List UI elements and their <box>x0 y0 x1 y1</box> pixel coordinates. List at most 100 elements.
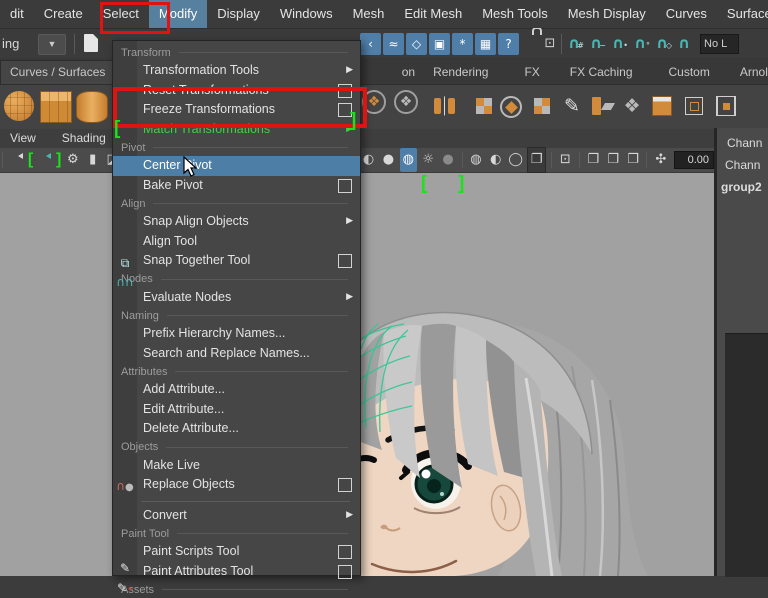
menu-mesh-display[interactable]: Mesh Display <box>558 0 656 28</box>
marquee-select-icon[interactable]: ⊡ <box>541 33 559 55</box>
snap-to-point-icon[interactable]: ∩• <box>608 33 628 55</box>
menu-item-delete-attribute[interactable]: Delete Attribute... <box>113 419 360 439</box>
bevel-icon[interactable] <box>648 90 676 122</box>
menu-edit-mesh[interactable]: Edit Mesh <box>394 0 472 28</box>
combine-icon[interactable]: ❖ <box>362 90 386 114</box>
reduce-icon[interactable] <box>528 90 556 122</box>
lock-camera-icon[interactable] <box>36 148 53 172</box>
menu-item-bake-pivot[interactable]: Bake Pivot <box>113 176 360 196</box>
align-tool-icon: ⧉ <box>115 256 135 271</box>
camera-icon[interactable] <box>8 148 25 172</box>
menu-windows[interactable]: Windows <box>270 0 343 28</box>
tab-fx-caching[interactable]: FX Caching <box>561 61 642 84</box>
workspace-dropdown-arrow-icon[interactable]: ▼ <box>38 34 66 55</box>
tab-animation-partial[interactable]: on <box>393 61 424 84</box>
separator <box>2 152 3 168</box>
menu-edit[interactable]: dit <box>0 0 34 28</box>
smooth-icon[interactable] <box>500 96 522 118</box>
menu-item-paint-scripts-tool[interactable]: Paint Scripts Tool <box>113 542 360 562</box>
character-head-3d-model[interactable] <box>300 128 714 576</box>
option-box[interactable] <box>338 545 352 559</box>
snap-to-projected-center-icon[interactable]: ∩° <box>630 33 650 55</box>
menu-item-match-transformations[interactable]: Match Transformations▶ <box>113 120 360 140</box>
tab-arnold[interactable]: Arnold <box>731 61 768 84</box>
select-component-icon[interactable]: ◇ <box>406 33 427 55</box>
submenu-arrow-icon: ▶ <box>346 120 353 140</box>
annotation-green-bracket: ] <box>56 151 61 169</box>
workspace-selector-partial[interactable]: ing <box>2 36 19 51</box>
menu-item-convert[interactable]: Convert▶ <box>113 506 360 526</box>
extrude-icon[interactable] <box>588 90 616 122</box>
snap-together-icon: ∩∩ <box>115 275 135 289</box>
make-live-magnet-icon[interactable]: ∩◇ <box>652 33 672 55</box>
option-box[interactable] <box>338 565 352 579</box>
paint-select-icon[interactable]: ≈ <box>383 33 404 55</box>
paint-scripts-icon: ✎ <box>115 561 135 575</box>
menu-item-align-tool[interactable]: Align Tool <box>113 232 360 252</box>
poly-cube-icon[interactable] <box>40 91 72 123</box>
channel-box-object-name[interactable]: group2 <box>721 180 762 194</box>
select-object-icon[interactable]: ▣ <box>429 33 450 55</box>
channel-list-area[interactable] <box>725 333 768 577</box>
multi-cut-icon[interactable]: ✎ <box>558 90 586 122</box>
menu-item-evaluate-nodes[interactable]: Evaluate Nodes▶ <box>113 288 360 308</box>
channel-box-tab-partial[interactable]: Chann <box>725 158 760 172</box>
panel-menu-view[interactable]: View <box>10 131 36 145</box>
menu-select[interactable]: Select <box>93 0 149 28</box>
new-scene-icon[interactable] <box>84 34 98 52</box>
menu-item-snap-together-tool[interactable]: Snap Together Tool <box>113 251 360 271</box>
mirror-icon[interactable] <box>430 90 458 122</box>
menu-item-paint-attributes-tool[interactable]: Paint Attributes Tool <box>113 562 360 582</box>
tab-curves-surfaces[interactable]: Curves / Surfaces <box>0 60 115 84</box>
menu-surfaces[interactable]: Surfaces <box>717 0 768 28</box>
help-icon[interactable]: ? <box>498 33 519 55</box>
select-lasso-icon[interactable]: ‹ <box>360 33 381 55</box>
menu-item-reset-transformations[interactable]: Reset Transformations <box>113 81 360 101</box>
booleans-icon[interactable] <box>470 90 498 122</box>
poly-cylinder-icon[interactable] <box>76 91 108 123</box>
menu-item-freeze-transformations[interactable]: Freeze Transformations <box>113 100 360 120</box>
menu-item-transformation-tools[interactable]: Transformation Tools▶ <box>113 61 360 81</box>
menu-mesh[interactable]: Mesh <box>343 0 395 28</box>
menu-mesh-tools[interactable]: Mesh Tools <box>472 0 558 28</box>
edit-pivot-icon[interactable] <box>712 90 740 122</box>
tab-fx[interactable]: FX <box>515 61 548 84</box>
menu-create[interactable]: Create <box>34 0 93 28</box>
menu-item-replace-objects[interactable]: Replace Objects <box>113 475 360 495</box>
menu-item-search-replace-names[interactable]: Search and Replace Names... <box>113 344 360 364</box>
poly-sphere-icon[interactable] <box>4 91 34 121</box>
film-gate-icon[interactable]: ⚙ <box>64 148 81 172</box>
menu-item-snap-align-objects[interactable]: Snap Align Objects▶ <box>113 212 360 232</box>
circularize-icon[interactable] <box>680 90 708 122</box>
snap-magnet-icon[interactable]: ∩ <box>674 33 694 55</box>
channel-box-menu-partial[interactable]: Chann <box>727 136 762 150</box>
option-box[interactable] <box>338 254 352 268</box>
select-hierarchy-icon[interactable]: * <box>452 33 473 55</box>
panel-menu-shading[interactable]: Shading <box>62 131 106 145</box>
separate-icon[interactable]: ❖ <box>394 90 418 114</box>
menu-item-edit-attribute[interactable]: Edit Attribute... <box>113 400 360 420</box>
menu-curves[interactable]: Curves <box>656 0 717 28</box>
option-box[interactable] <box>338 103 352 117</box>
menu-item-prefix-hierarchy-names[interactable]: Prefix Hierarchy Names... <box>113 324 360 344</box>
section-align: Align <box>113 195 360 212</box>
main-menubar: dit Create Select Modify Display Windows… <box>0 0 768 28</box>
option-box[interactable] <box>338 84 352 98</box>
snap-to-curve-icon[interactable]: ∩~ <box>586 33 606 55</box>
quad-draw-icon[interactable]: ❖ <box>618 90 646 122</box>
snap-to-grid-icon[interactable]: ∩# <box>564 33 584 55</box>
lock-icon[interactable] <box>521 33 539 55</box>
option-box[interactable] <box>338 179 352 193</box>
no-live-surface-field[interactable]: No L <box>700 34 739 54</box>
option-box[interactable] <box>338 478 352 492</box>
bookmark-icon[interactable]: ▮ <box>84 148 101 172</box>
menu-display[interactable]: Display <box>207 0 270 28</box>
menu-modify[interactable]: Modify <box>149 0 207 28</box>
menu-item-make-live[interactable]: Make Live <box>113 456 360 476</box>
menu-item-center-pivot[interactable]: Center Pivot <box>113 156 360 176</box>
render-sequence-icon[interactable]: ▦ <box>475 33 496 55</box>
channel-box-panel: Chann Chann group2 <box>714 128 768 576</box>
tab-rendering[interactable]: Rendering <box>424 61 497 84</box>
tab-custom[interactable]: Custom <box>660 61 719 84</box>
menu-item-add-attribute[interactable]: Add Attribute... <box>113 380 360 400</box>
